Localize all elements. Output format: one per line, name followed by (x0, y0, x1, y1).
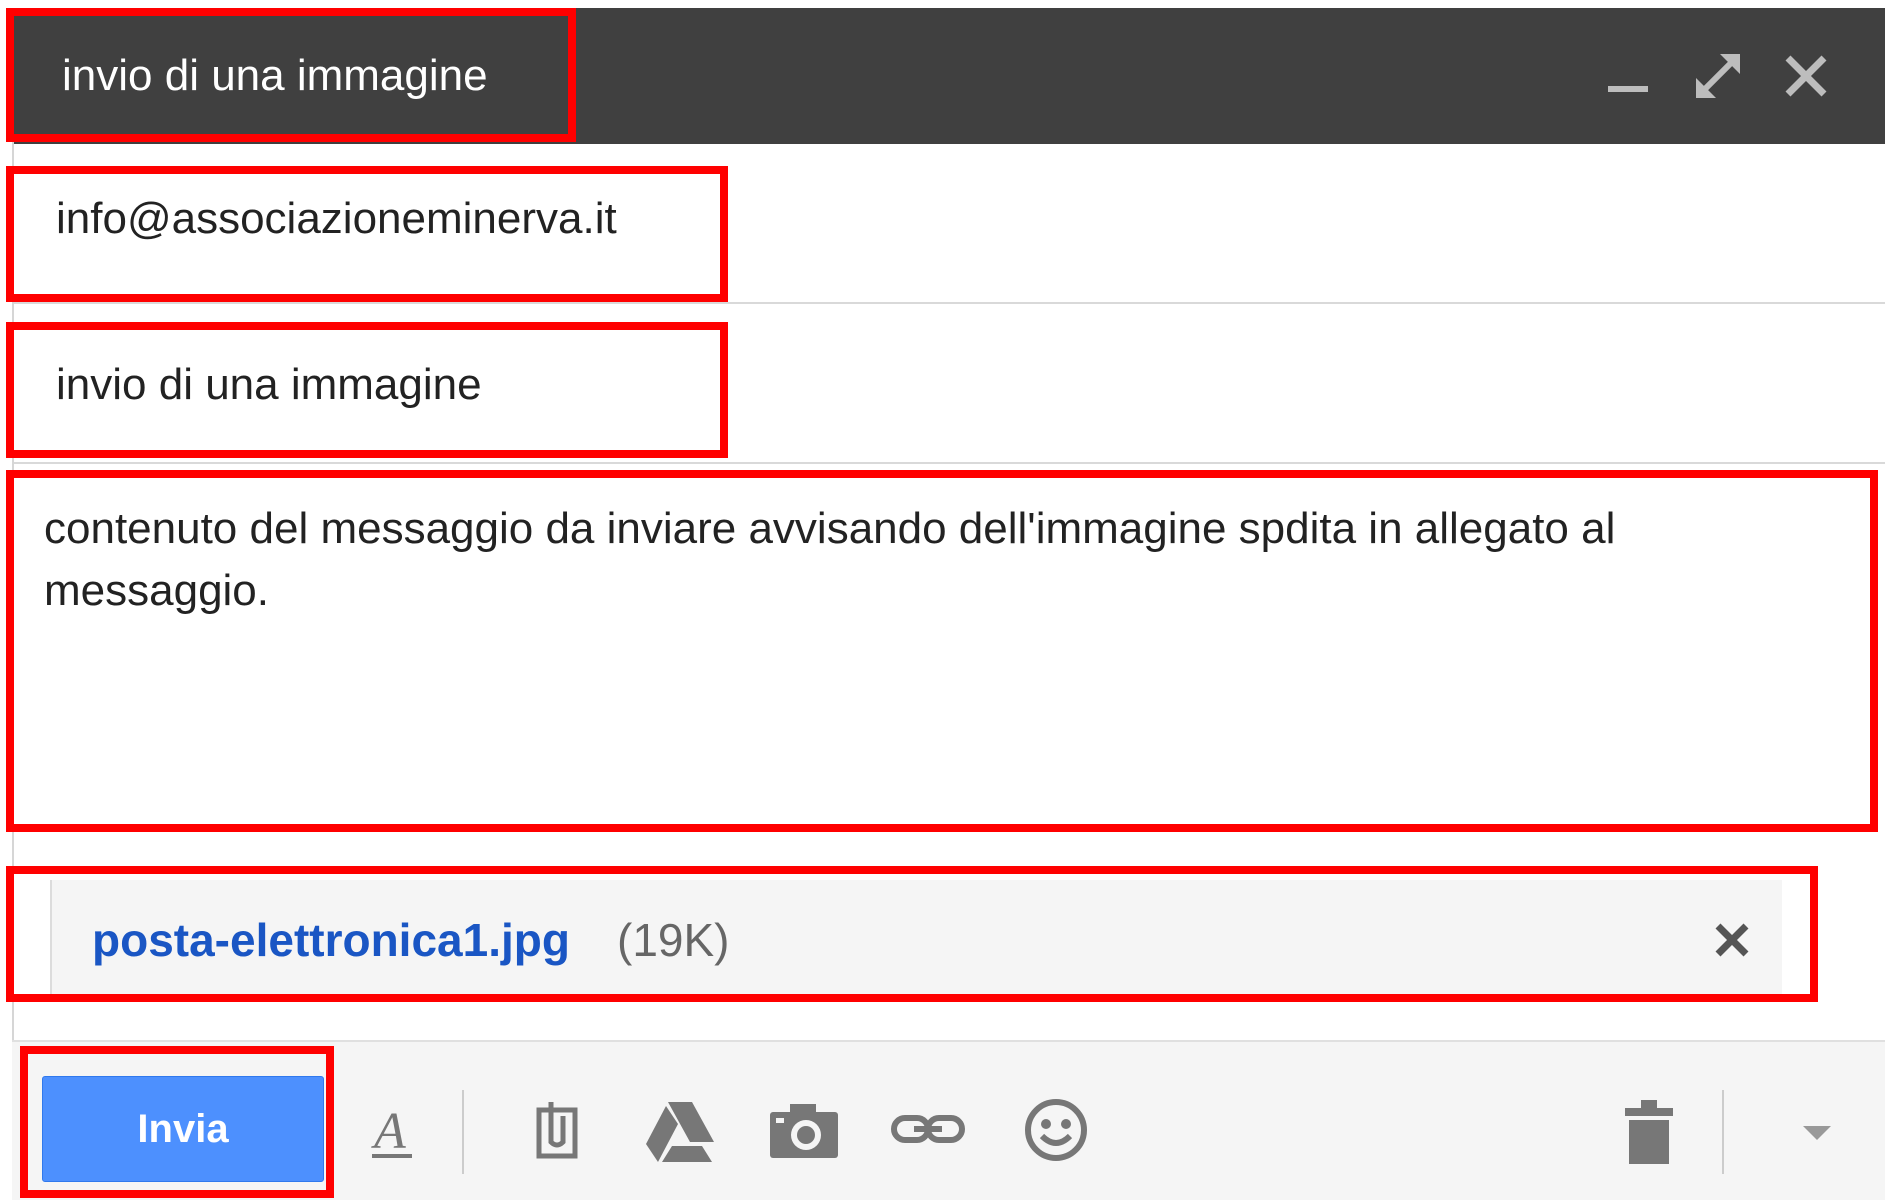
send-button[interactable]: Invia (42, 1076, 324, 1182)
svg-text:A: A (371, 1103, 406, 1160)
expand-icon[interactable] (1690, 48, 1746, 104)
drive-icon[interactable] (640, 1090, 720, 1170)
photo-icon[interactable] (764, 1090, 844, 1170)
attach-icon[interactable] (517, 1090, 597, 1170)
minimize-icon[interactable] (1602, 48, 1658, 104)
toolbar-divider-right (1722, 1090, 1724, 1174)
close-icon[interactable] (1778, 48, 1834, 104)
compose-toolbar: Invia A (12, 1040, 1885, 1200)
subject-row[interactable]: invio di una immagine (14, 304, 1885, 464)
compose-title: invio di una immagine (62, 51, 488, 100)
formatting-icon[interactable]: A (352, 1090, 432, 1170)
emoji-icon[interactable] (1016, 1090, 1096, 1170)
attachment-chip[interactable]: posta-elettronica1.jpg (19K) (50, 880, 1782, 1000)
compose-titlebar[interactable]: invio di una immagine (14, 8, 1885, 144)
to-field[interactable]: info@associazioneminerva.it (56, 194, 617, 244)
trash-icon[interactable] (1609, 1090, 1689, 1170)
attachment-size: (19K) (617, 914, 730, 966)
attachment-name-link[interactable]: posta-elettronica1.jpg (92, 880, 570, 1000)
to-row[interactable]: info@associazioneminerva.it (14, 144, 1885, 304)
remove-attachment-icon[interactable] (1702, 910, 1762, 970)
toolbar-divider (462, 1090, 464, 1174)
link-icon[interactable] (888, 1090, 968, 1170)
more-options-icon[interactable] (1777, 1090, 1857, 1170)
message-body[interactable]: contenuto del messaggio da inviare avvis… (44, 498, 1824, 622)
subject-field[interactable]: invio di una immagine (56, 360, 482, 410)
